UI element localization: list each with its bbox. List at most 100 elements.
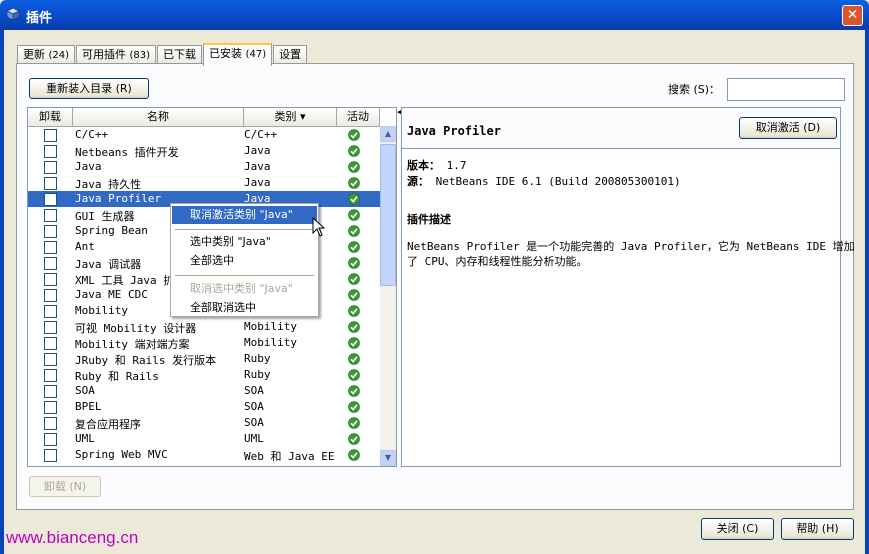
plugin-category-cell: Web 和 Java EE: [244, 450, 335, 463]
uninstall-checkbox[interactable]: [44, 321, 57, 334]
plugin-category-cell: Java: [244, 144, 271, 157]
active-check-icon: [348, 209, 360, 221]
uninstall-checkbox[interactable]: [44, 385, 57, 398]
menu-item-select-all[interactable]: 全部选中: [172, 252, 317, 270]
uninstall-checkbox[interactable]: [44, 273, 57, 286]
deactivate-button[interactable]: 取消激活 (D): [739, 117, 837, 139]
search-label: 搜索 (S)：: [668, 83, 721, 96]
uninstall-checkbox[interactable]: [44, 353, 57, 366]
active-check-icon: [348, 385, 360, 397]
menu-item-unselect-all[interactable]: 全部取消选中: [172, 299, 317, 317]
table-row[interactable]: Spring Web MVC Web 和 Java EE: [28, 447, 380, 463]
table-row[interactable]: Ruby 和 Rails Ruby: [28, 367, 380, 383]
uninstall-checkbox[interactable]: [44, 289, 57, 302]
scroll-up-button[interactable]: ▲: [380, 126, 396, 142]
uninstall-checkbox[interactable]: [44, 257, 57, 270]
plugin-name-cell: BPEL: [75, 400, 102, 413]
menu-item-select-category[interactable]: 选中类别 "Java": [172, 233, 317, 251]
table-row[interactable]: JRuby 和 Rails 发行版本 Ruby: [28, 351, 380, 367]
scroll-thumb[interactable]: [380, 144, 396, 286]
close-button[interactable]: 关闭 (C): [701, 518, 774, 540]
table-header: 卸载 名称 类别 ▾ 活动: [28, 108, 380, 127]
active-check-icon: [348, 177, 360, 189]
close-window-button[interactable]: ✕: [842, 5, 863, 26]
table-row[interactable]: SOA SOA: [28, 383, 380, 399]
plugin-name-cell: C/C++: [75, 128, 109, 141]
column-header-uninstall[interactable]: 卸载: [28, 108, 73, 126]
active-check-icon: [348, 337, 360, 349]
uninstall-checkbox[interactable]: [44, 129, 57, 142]
tab-available-plugins[interactable]: 可用插件 (83): [76, 45, 157, 64]
tab-downloaded[interactable]: 已下载: [157, 45, 203, 64]
active-check-icon: [348, 401, 360, 413]
plugin-category-cell: Ruby: [244, 352, 271, 365]
uninstall-checkbox[interactable]: [44, 145, 57, 158]
description-line-2: 了 CPU、内存和线程性能分析功能。: [407, 255, 588, 268]
plugin-name-cell: 可视 Mobility 设计器: [75, 322, 197, 335]
uninstall-checkbox[interactable]: [44, 161, 57, 174]
active-check-icon: [348, 369, 360, 381]
tab-updates[interactable]: 更新 (24): [17, 45, 76, 64]
detail-plugin-title: Java Profiler: [407, 124, 501, 138]
reload-catalog-button[interactable]: 重新装入目录 (R): [29, 78, 149, 99]
active-check-icon: [348, 321, 360, 333]
search-input[interactable]: [727, 78, 845, 101]
plugin-category-cell: C/C++: [244, 128, 278, 141]
plugin-name-cell: Java Profiler: [75, 192, 162, 205]
uninstall-checkbox[interactable]: [44, 417, 57, 430]
plugin-name-cell: Ruby 和 Rails: [75, 370, 159, 383]
table-row[interactable]: Mobility 端对端方案 Mobility: [28, 335, 380, 351]
menu-separator: [175, 275, 314, 276]
uninstall-checkbox[interactable]: [44, 433, 57, 446]
menu-item-deactivate-category[interactable]: 取消激活类别 "Java": [172, 206, 317, 224]
active-check-icon: [348, 353, 360, 365]
active-check-icon: [348, 145, 360, 157]
plugin-category-cell: SOA: [244, 400, 264, 413]
window-frame-right: [865, 30, 869, 554]
uninstall-checkbox[interactable]: [44, 369, 57, 382]
uninstall-checkbox[interactable]: [44, 305, 57, 318]
table-row[interactable]: UML UML: [28, 431, 380, 447]
plugin-name-cell: UML: [75, 432, 95, 445]
close-icon: ✕: [846, 7, 859, 23]
scroll-down-button[interactable]: ▼: [380, 450, 396, 466]
context-menu: 取消激活类别 "Java" 选中类别 "Java" 全部选中 取消选中类别 "J…: [170, 203, 319, 317]
uninstall-checkbox[interactable]: [44, 177, 57, 190]
plugin-name-cell: JRuby 和 Rails 发行版本: [75, 354, 217, 367]
table-scrollbar[interactable]: ▲ ▼: [380, 126, 396, 466]
title-bar[interactable]: 插件 ✕: [0, 0, 869, 30]
plugin-category-cell: Mobility: [244, 320, 297, 333]
version-line: 版本： 1.7: [407, 159, 467, 172]
plugin-name-cell: Spring Bean: [75, 224, 148, 237]
uninstall-checkbox[interactable]: [44, 337, 57, 350]
uninstall-checkbox[interactable]: [44, 401, 57, 414]
uninstall-checkbox[interactable]: [44, 225, 57, 238]
plugin-category-cell: Ruby: [244, 368, 271, 381]
uninstall-checkbox[interactable]: [44, 193, 57, 206]
column-header-category[interactable]: 类别 ▾: [244, 108, 337, 126]
tab-installed[interactable]: 已安装 (47): [203, 43, 273, 66]
active-check-icon: [348, 193, 360, 205]
plugin-name-cell: Java 持久性: [75, 178, 142, 191]
plugin-name-cell: Mobility: [75, 304, 128, 317]
source-line: 源： NetBeans IDE 6.1 (Build 200805300101): [407, 175, 681, 188]
table-row[interactable]: Netbeans 插件开发 Java: [28, 143, 380, 159]
uninstall-checkbox[interactable]: [44, 449, 57, 462]
table-row[interactable]: C/C++ C/C++: [28, 127, 380, 143]
table-row[interactable]: 复合应用程序 SOA: [28, 415, 380, 431]
table-row[interactable]: Java 持久性 Java: [28, 175, 380, 191]
tab-settings[interactable]: 设置: [273, 45, 308, 64]
plugin-name-cell: Ant: [75, 240, 95, 253]
plugin-category-cell: Java: [244, 176, 271, 189]
column-header-active[interactable]: 活动: [337, 108, 380, 126]
column-header-name[interactable]: 名称: [73, 108, 244, 126]
window-title: 插件: [26, 11, 53, 26]
table-row[interactable]: BPEL SOA: [28, 399, 380, 415]
help-button[interactable]: 帮助 (H): [781, 518, 854, 540]
menu-separator: [175, 229, 314, 230]
table-row[interactable]: 可视 Mobility 设计器 Mobility: [28, 319, 380, 335]
uninstall-checkbox[interactable]: [44, 209, 57, 222]
table-row[interactable]: Java Java: [28, 159, 380, 175]
uninstall-checkbox[interactable]: [44, 241, 57, 254]
active-check-icon: [348, 241, 360, 253]
